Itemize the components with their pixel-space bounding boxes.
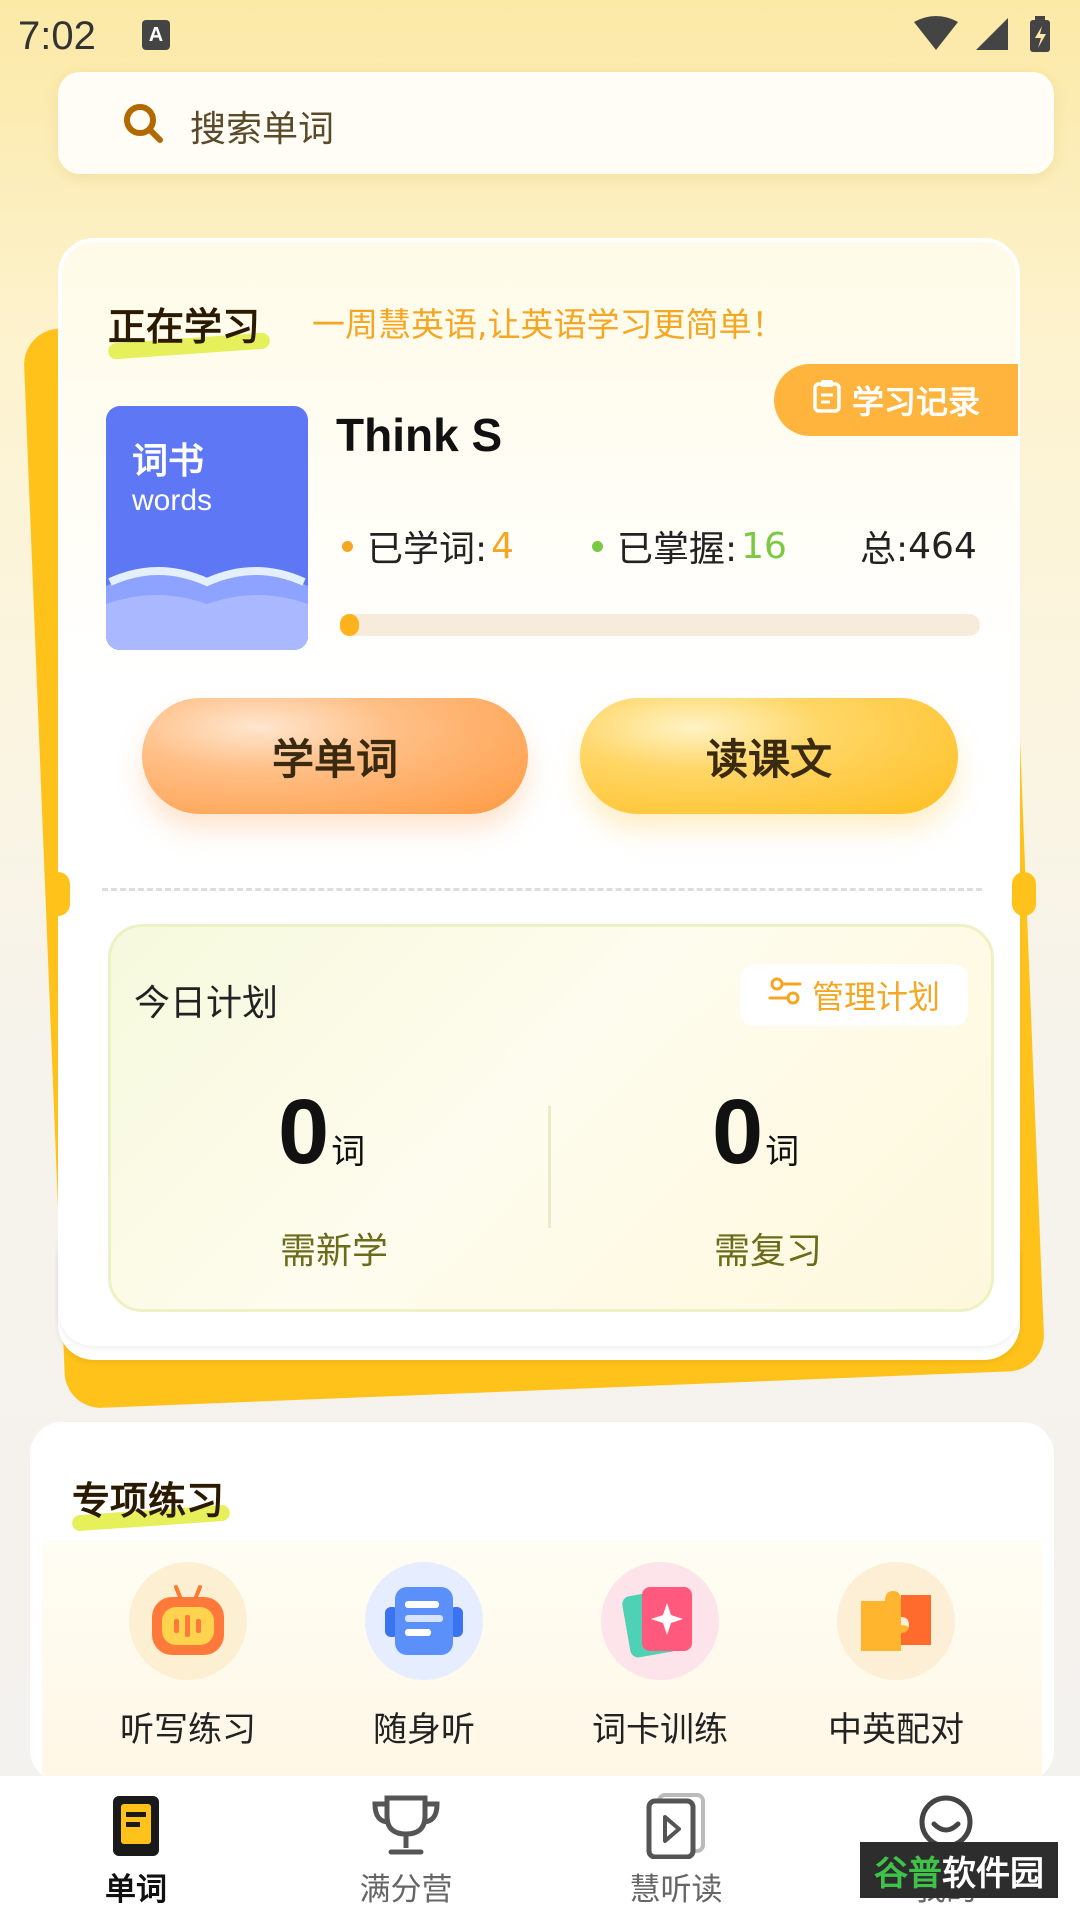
feature-dictation[interactable]: 听写练习	[108, 1562, 268, 1751]
book-name: Think S	[336, 409, 503, 461]
study-record-button[interactable]: 学习记录	[774, 364, 1018, 436]
robot-icon	[129, 1562, 247, 1680]
new-words-label: 需新学	[280, 1231, 389, 1272]
plan-divider	[548, 1106, 551, 1228]
new-count-unit: 词	[331, 1133, 366, 1171]
search-icon	[122, 102, 164, 148]
play-icon	[596, 1790, 756, 1862]
progress-fill	[340, 614, 360, 636]
clipboard-icon	[812, 379, 842, 421]
total-stat: 总: 464	[860, 520, 977, 572]
review-words-count: 0词	[712, 1080, 799, 1185]
read-text-label: 读课文	[705, 734, 832, 784]
watermark-green: 谷普	[874, 1853, 942, 1894]
practice-title: 专项练习	[72, 1479, 225, 1523]
battery-icon	[1030, 16, 1050, 52]
watermark-logo: 谷普 软件园	[860, 1842, 1058, 1898]
learned-stat: 已学词: 4	[342, 520, 514, 572]
review-words-label: 需复习	[714, 1231, 823, 1272]
new-count-value: 0	[278, 1081, 330, 1183]
signal-icon	[976, 18, 1008, 50]
dashed-divider	[102, 888, 982, 891]
feature-label: 中英配对	[828, 1710, 964, 1750]
review-count-value: 0	[712, 1081, 764, 1183]
learn-words-label: 学单词	[271, 734, 398, 784]
wifi-icon	[914, 16, 958, 50]
green-dot-icon	[592, 540, 603, 552]
status-icons	[912, 14, 1062, 62]
feature-label: 词卡训练	[592, 1710, 728, 1750]
study-record-label: 学习记录	[851, 383, 980, 421]
feature-matching[interactable]: 中英配对	[816, 1562, 976, 1751]
book-cover-subtitle: words	[132, 484, 213, 517]
status-time: 7:02	[18, 14, 96, 58]
total-label: 总:	[860, 529, 909, 570]
total-value: 464	[908, 525, 977, 567]
slogan: 一周慧英语,让英语学习更简单！	[312, 305, 785, 344]
ticket-notch-left	[46, 872, 70, 916]
tab-label: 单词	[105, 1872, 167, 1908]
manage-plan-label: 管理计划	[811, 978, 940, 1016]
watermark-white: 软件园	[942, 1853, 1044, 1894]
new-words-count: 0词	[278, 1080, 365, 1185]
plan-title: 今日计划	[134, 983, 279, 1024]
headphone-icon	[365, 1562, 483, 1680]
search-input[interactable]: 搜索单词	[58, 72, 1054, 174]
tab-full-score[interactable]: 满分营	[326, 1790, 486, 1909]
learned-label: 已学词:	[367, 529, 488, 570]
mastered-label: 已掌握:	[617, 529, 738, 570]
learned-value: 4	[491, 525, 515, 567]
orange-dot-icon	[342, 540, 353, 552]
mastered-stat: 已掌握: 16	[592, 520, 787, 572]
tab-listen-read[interactable]: 慧听读	[596, 1790, 756, 1909]
open-book-icon	[106, 567, 308, 650]
card-icon	[601, 1562, 719, 1680]
trophy-icon	[326, 1790, 486, 1862]
tab-label: 慧听读	[629, 1872, 723, 1908]
learn-words-button[interactable]: 学单词	[142, 698, 528, 814]
review-count-unit: 词	[765, 1133, 800, 1171]
book-cover-title: 词书	[132, 441, 205, 482]
settings-toggle-icon	[768, 976, 802, 1014]
ticket-notch-right	[1012, 872, 1036, 916]
feature-listen[interactable]: 随身听	[344, 1562, 504, 1751]
tab-label: 满分营	[359, 1872, 453, 1908]
book-cover[interactable]: 词书 words	[106, 406, 308, 650]
learning-progress-bar	[340, 614, 980, 636]
feature-label: 听写练习	[120, 1710, 256, 1750]
puzzle-icon	[837, 1562, 955, 1680]
manage-plan-button[interactable]: 管理计划	[740, 964, 968, 1026]
learning-title: 正在学习	[108, 305, 261, 349]
keyboard-indicator-icon: A	[142, 20, 170, 50]
status-bar: 7:02 A	[0, 0, 1080, 72]
read-text-button[interactable]: 读课文	[580, 698, 958, 814]
feature-word-cards[interactable]: 词卡训练	[580, 1562, 740, 1751]
book-icon	[56, 1790, 216, 1862]
mastered-value: 16	[741, 525, 787, 567]
search-placeholder: 搜索单词	[190, 109, 335, 150]
tab-words[interactable]: 单词	[56, 1790, 216, 1909]
feature-label: 随身听	[373, 1710, 475, 1750]
